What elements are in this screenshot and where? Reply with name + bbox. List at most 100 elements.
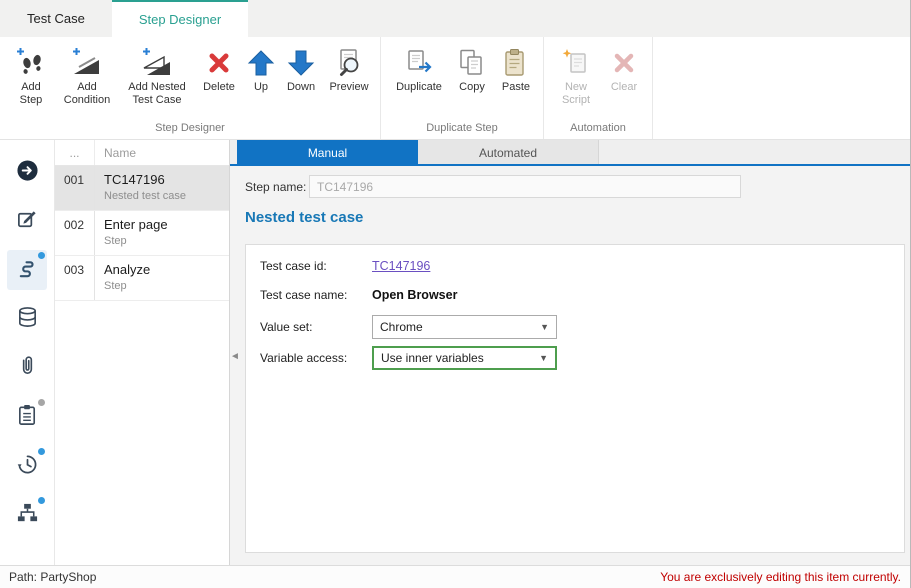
step-row-3[interactable]: 003 Analyze Step [55,256,229,301]
preview-button[interactable]: Preview [324,42,374,96]
ribbon-group-label-duplicate-step: Duplicate Step [381,120,543,139]
step-number: 002 [55,211,95,255]
history-icon [16,453,39,479]
chevron-down-icon: ▼ [540,322,549,332]
move-down-label: Down [287,81,315,94]
duplicate-document-icon [404,45,434,80]
collapse-arrow-icon[interactable]: ◄ [230,352,240,362]
variable-access-selected: Use inner variables [381,351,484,365]
add-step-button[interactable]: Add Step [8,42,54,109]
step-name-label: Step name: [245,180,309,194]
step-number: 001 [55,166,95,210]
arrow-up-icon [246,45,276,80]
step-name-input[interactable] [309,175,741,198]
sidebar-item-edit[interactable] [7,201,47,241]
notification-dot [38,252,45,259]
sidebar-item-history[interactable] [7,446,47,486]
add-nested-test-case-button[interactable]: Add Nested Test Case [120,42,194,109]
steps-list-panel: ... Name 001 TC147196 Nested test case 0… [55,140,230,565]
hierarchy-icon [16,502,39,528]
add-nested-test-case-label: Add Nested Test Case [123,81,191,107]
steps-list-header: ... Name [55,140,229,166]
paste-button[interactable]: Paste [495,42,537,96]
nested-test-case-fields: Test case id: TC147196 Test case name: O… [245,244,905,553]
attachment-icon [16,355,39,381]
duplicate-button[interactable]: Duplicate [389,42,449,96]
value-set-label: Value set: [260,320,372,334]
step-title: Enter page [104,217,168,232]
step-row-1[interactable]: 001 TC147196 Nested test case [55,166,229,211]
step-title: TC147196 [104,172,186,187]
checklist-icon [16,404,39,430]
manual-automated-tab-bar: Manual Automated [230,140,910,166]
delete-button[interactable]: Delete [196,42,242,96]
clear-label: Clear [611,81,637,94]
ribbon-group-duplicate-step: Duplicate Copy [381,37,544,139]
duplicate-label: Duplicate [396,81,442,94]
move-up-button[interactable]: Up [244,42,278,96]
arrow-down-icon [286,45,316,80]
ribbon-tab-bar: Test Case Step Designer [0,0,910,37]
new-script-label: New Script [555,81,597,107]
add-condition-button[interactable]: Add Condition [56,42,118,109]
column-header-name: Name [95,146,136,160]
sidebar-item-attachments[interactable] [7,348,47,388]
chevron-down-icon: ▼ [539,353,548,363]
sidebar-item-hierarchy[interactable] [7,495,47,535]
copy-label: Copy [459,81,485,94]
status-path: Path: PartyShop [9,570,96,584]
workspace: ... Name 001 TC147196 Nested test case 0… [0,140,910,565]
sidebar-item-navigate[interactable] [7,152,47,192]
clear-button[interactable]: Clear [602,42,646,96]
edit-icon [16,208,39,234]
sidebar-item-data[interactable] [7,299,47,339]
test-case-id-label: Test case id: [260,259,372,273]
notification-dot [38,497,45,504]
step-number: 003 [55,256,95,300]
step-name-row: Step name: [230,166,910,205]
ribbon-group-label-automation: Automation [544,120,652,139]
tab-automated[interactable]: Automated [418,140,599,164]
paste-label: Paste [502,81,530,94]
clear-x-icon [609,45,639,80]
status-edit-message: You are exclusively editing this item cu… [660,570,901,584]
paste-clipboard-icon [501,45,531,80]
step-subtitle: Step [104,235,168,247]
tab-manual[interactable]: Manual [237,140,418,164]
tab-test-case[interactable]: Test Case [0,0,112,37]
copy-button[interactable]: Copy [451,42,493,96]
step-subtitle: Nested test case [104,190,186,202]
ribbon-group-step-designer: Add Step Add Condition [0,37,381,139]
variable-access-dropdown[interactable]: Use inner variables ▼ [372,346,557,370]
step-row-2[interactable]: 002 Enter page Step [55,211,229,256]
test-case-name-value: Open Browser [372,288,457,302]
condition-ramp-add-icon [72,45,102,80]
section-title: Nested test case [245,209,895,226]
delete-x-icon [204,45,234,80]
steps-icon [16,257,39,283]
nested-test-case-add-icon [142,45,172,80]
step-subtitle: Step [104,280,150,292]
test-case-id-link[interactable]: TC147196 [372,259,430,273]
test-case-name-label: Test case name: [260,288,372,302]
value-set-selected: Chrome [380,320,423,334]
ribbon-group-label-step-designer: Step Designer [0,120,380,139]
notification-dot [38,399,45,406]
step-title: Analyze [104,262,150,277]
move-up-label: Up [254,81,268,94]
add-step-label: Add Step [11,81,51,107]
go-forward-icon [16,159,39,185]
left-navigation-rail [0,140,55,565]
database-icon [16,306,39,332]
sidebar-item-checklist[interactable] [7,397,47,437]
new-script-button[interactable]: New Script [552,42,600,109]
step-detail-panel: ◄ Manual Automated Step name: Nested tes… [230,140,910,565]
app-window: Test Case Step Designer [0,0,911,588]
move-down-button[interactable]: Down [280,42,322,96]
add-condition-label: Add Condition [59,81,115,107]
tab-step-designer[interactable]: Step Designer [112,0,248,37]
copy-documents-icon [457,45,487,80]
delete-label: Delete [203,81,235,94]
sidebar-item-steps[interactable] [7,250,47,290]
value-set-dropdown[interactable]: Chrome ▼ [372,315,557,339]
